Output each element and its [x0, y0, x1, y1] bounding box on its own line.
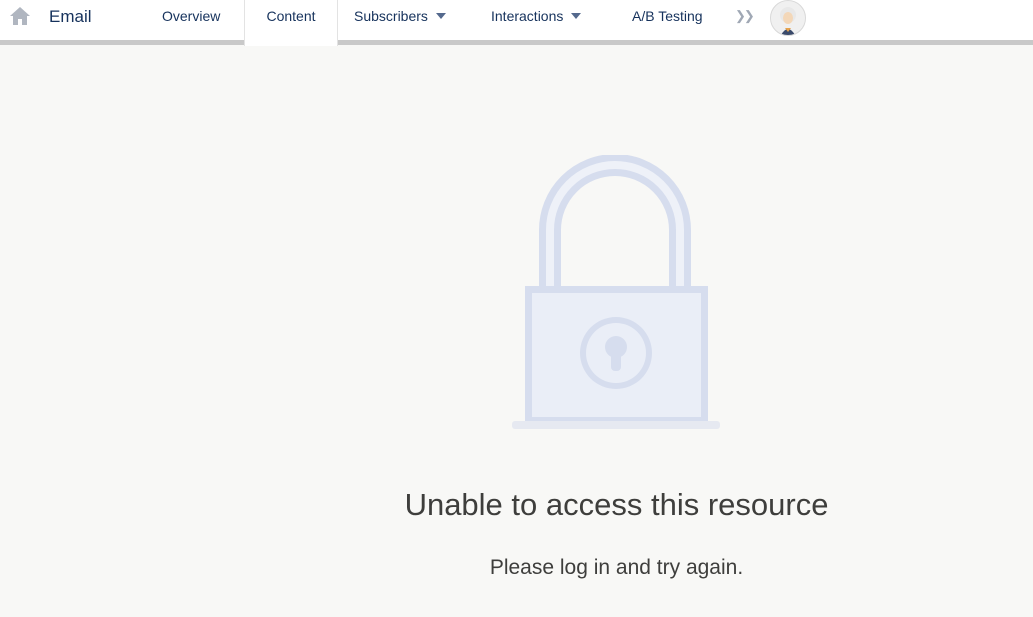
tab-overview[interactable]: Overview	[162, 0, 220, 40]
tab-label: Overview	[162, 8, 221, 24]
home-icon[interactable]	[9, 5, 31, 27]
tab-label: Interactions	[491, 8, 564, 24]
error-message: Please log in and try again.	[489, 556, 744, 579]
error-title: Unable to access this resource	[404, 487, 829, 522]
top-navigation-bar: Email Overview Content Subscribers Inter…	[0, 0, 1033, 46]
double-chevron-right-icon[interactable]: ❯❯	[735, 8, 755, 24]
tab-subscribers[interactable]: Subscribers	[354, 0, 446, 40]
tab-label: A/B Testing	[632, 8, 703, 24]
chevron-down-icon	[571, 13, 582, 20]
chevron-down-icon	[435, 13, 446, 20]
main-content	[0, 45, 1033, 617]
app-name[interactable]: Email	[49, 7, 92, 27]
tab-interactions[interactable]: Interactions	[491, 0, 582, 40]
padlock-icon	[512, 155, 720, 429]
tab-label: Content	[266, 8, 316, 24]
tab-label: Subscribers	[354, 8, 428, 24]
tab-ab-testing[interactable]: A/B Testing	[632, 0, 703, 40]
user-avatar-icon[interactable]	[770, 0, 806, 36]
tab-content[interactable]: Content	[245, 0, 337, 46]
